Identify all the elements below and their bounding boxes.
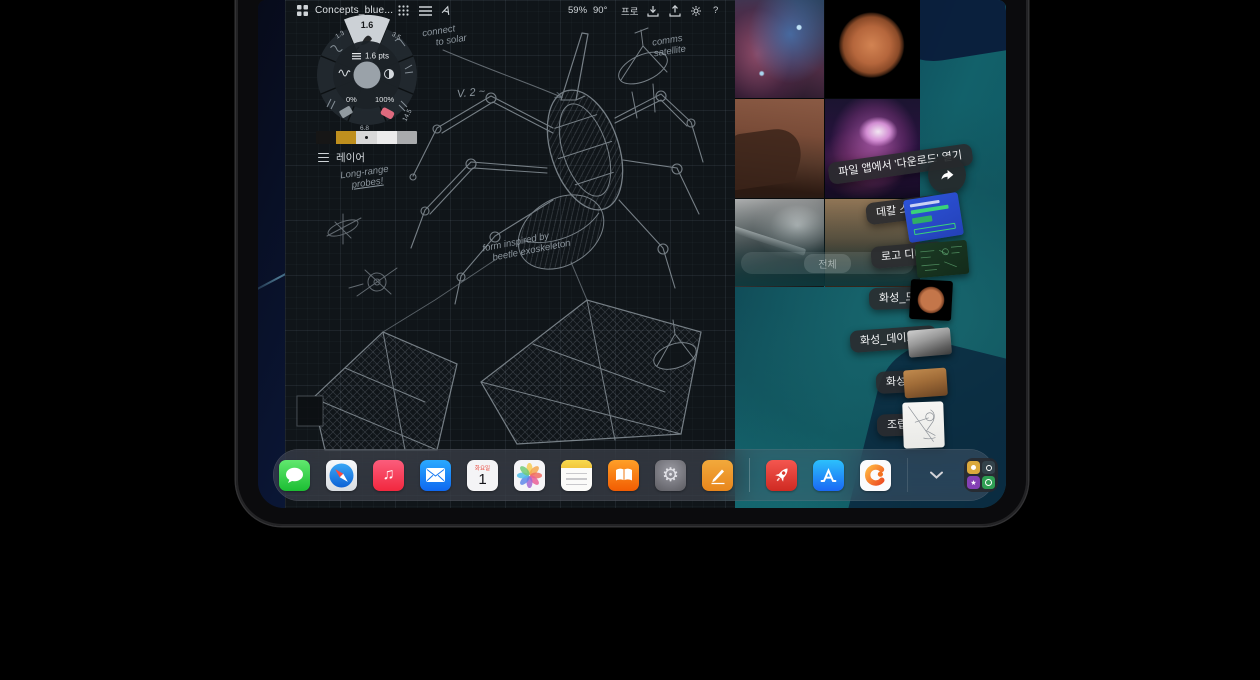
swatch-lightgray[interactable]	[356, 131, 376, 144]
layers-label: 레이어	[336, 150, 365, 165]
rotation-value[interactable]: 90°	[593, 3, 607, 18]
concepts-canvas-window: connect to solar comms satellite V. 2 ~ …	[285, 0, 735, 508]
messages-bubble-icon	[285, 467, 304, 484]
suggestion-camera-icon	[982, 461, 995, 474]
dock-icon-books[interactable]	[608, 460, 639, 491]
thumb-assembly-sketch[interactable]	[902, 401, 945, 448]
safari-compass-icon	[328, 462, 355, 489]
dock-icon-messages[interactable]	[279, 460, 310, 491]
thumb-logo-detail-card[interactable]	[915, 240, 970, 278]
layers-menu-icon	[318, 153, 329, 162]
swatch-white[interactable]	[377, 131, 397, 144]
photos-flower-icon	[517, 463, 542, 488]
concepts-pen-icon	[708, 465, 728, 485]
svg-text:14.5: 14.5	[401, 108, 413, 123]
thumb-mars-terrain[interactable]	[903, 368, 948, 399]
suggestion-star-icon: ★	[967, 476, 980, 489]
suggestion-bulb-icon	[967, 461, 980, 474]
photo-mars-hills[interactable]	[735, 99, 824, 198]
help-button[interactable]: ?	[713, 3, 718, 18]
photo-horsehead-nebula[interactable]	[735, 0, 824, 98]
swatch-black[interactable]	[316, 131, 336, 144]
dock-icon-settings[interactable]: ⚙	[655, 460, 686, 491]
mail-envelope-icon	[426, 468, 445, 482]
photo-mars-planet[interactable]	[825, 0, 920, 98]
pen-nib-icon[interactable]	[439, 3, 453, 18]
opacity-max: 100%	[375, 95, 395, 104]
dock-divider	[907, 458, 908, 492]
dock-divider	[749, 458, 750, 492]
pro-label[interactable]: 프로	[621, 3, 638, 18]
layers-button[interactable]: 레이어	[318, 150, 365, 165]
suggestion-clock-icon	[982, 476, 995, 489]
dock-icon-concepts[interactable]	[702, 460, 733, 491]
color-swatch-strip[interactable]	[316, 131, 417, 144]
thumb-mars-model[interactable]	[909, 279, 953, 321]
settings-gears-icon: ⚙	[662, 464, 679, 487]
thumb-decal-sticker-sheet[interactable]	[903, 192, 964, 243]
export-share-icon[interactable]	[668, 3, 682, 18]
dock-icon-mail[interactable]	[420, 460, 451, 491]
dock-icon-music[interactable]: ♫	[373, 460, 404, 491]
share-forward-button[interactable]	[928, 156, 966, 194]
dock-icon-notes[interactable]	[561, 460, 592, 491]
tool-wheel[interactable]: 1.6	[305, 13, 429, 137]
thumb-mars-deimos[interactable]	[907, 327, 952, 358]
dock-icon-calendar[interactable]: 화요일 1	[467, 460, 498, 491]
stroke-width-value: 1.6 pts	[365, 52, 389, 61]
annotation-v2: V. 2 ~	[457, 87, 486, 100]
share-arrow-icon	[937, 165, 957, 185]
dock-icon-rocket[interactable]	[766, 460, 797, 491]
settings-gear-icon[interactable]	[689, 3, 703, 18]
dock-icon-photos[interactable]	[514, 460, 545, 491]
zoom-level[interactable]: 59%	[568, 3, 587, 18]
dock-icon-c-app[interactable]	[860, 460, 891, 491]
dock-collapse-button[interactable]	[924, 460, 948, 491]
wheel-center-knob	[354, 62, 381, 89]
ipad-screen: connect to solar comms satellite V. 2 ~ …	[258, 0, 1006, 508]
app-store-a-icon	[818, 465, 839, 486]
calendar-day: 1	[478, 472, 486, 487]
photos-grid-panel: 전체	[735, 0, 920, 286]
chevron-down-icon	[930, 471, 943, 479]
rocket-icon	[772, 465, 792, 485]
opacity-min: 0%	[346, 95, 357, 104]
dock: ♫ 화요일 1	[273, 449, 995, 501]
orange-c-icon	[864, 463, 888, 487]
dock-app-suggestions[interactable]: ★	[964, 458, 998, 492]
books-open-book-icon	[615, 468, 633, 482]
notes-header	[561, 460, 592, 468]
active-tool-size: 1.6	[361, 20, 374, 30]
photo-backdrop: connect to solar comms satellite V. 2 ~ …	[0, 0, 1260, 680]
dock-icon-app-store[interactable]	[813, 460, 844, 491]
music-note-icon: ♫	[383, 466, 395, 484]
segment-all[interactable]: 전체	[804, 254, 850, 273]
dock-icon-safari[interactable]	[326, 460, 357, 491]
import-icon[interactable]	[646, 3, 660, 18]
swatch-gray[interactable]	[397, 131, 417, 144]
swatch-gold[interactable]	[336, 131, 356, 144]
